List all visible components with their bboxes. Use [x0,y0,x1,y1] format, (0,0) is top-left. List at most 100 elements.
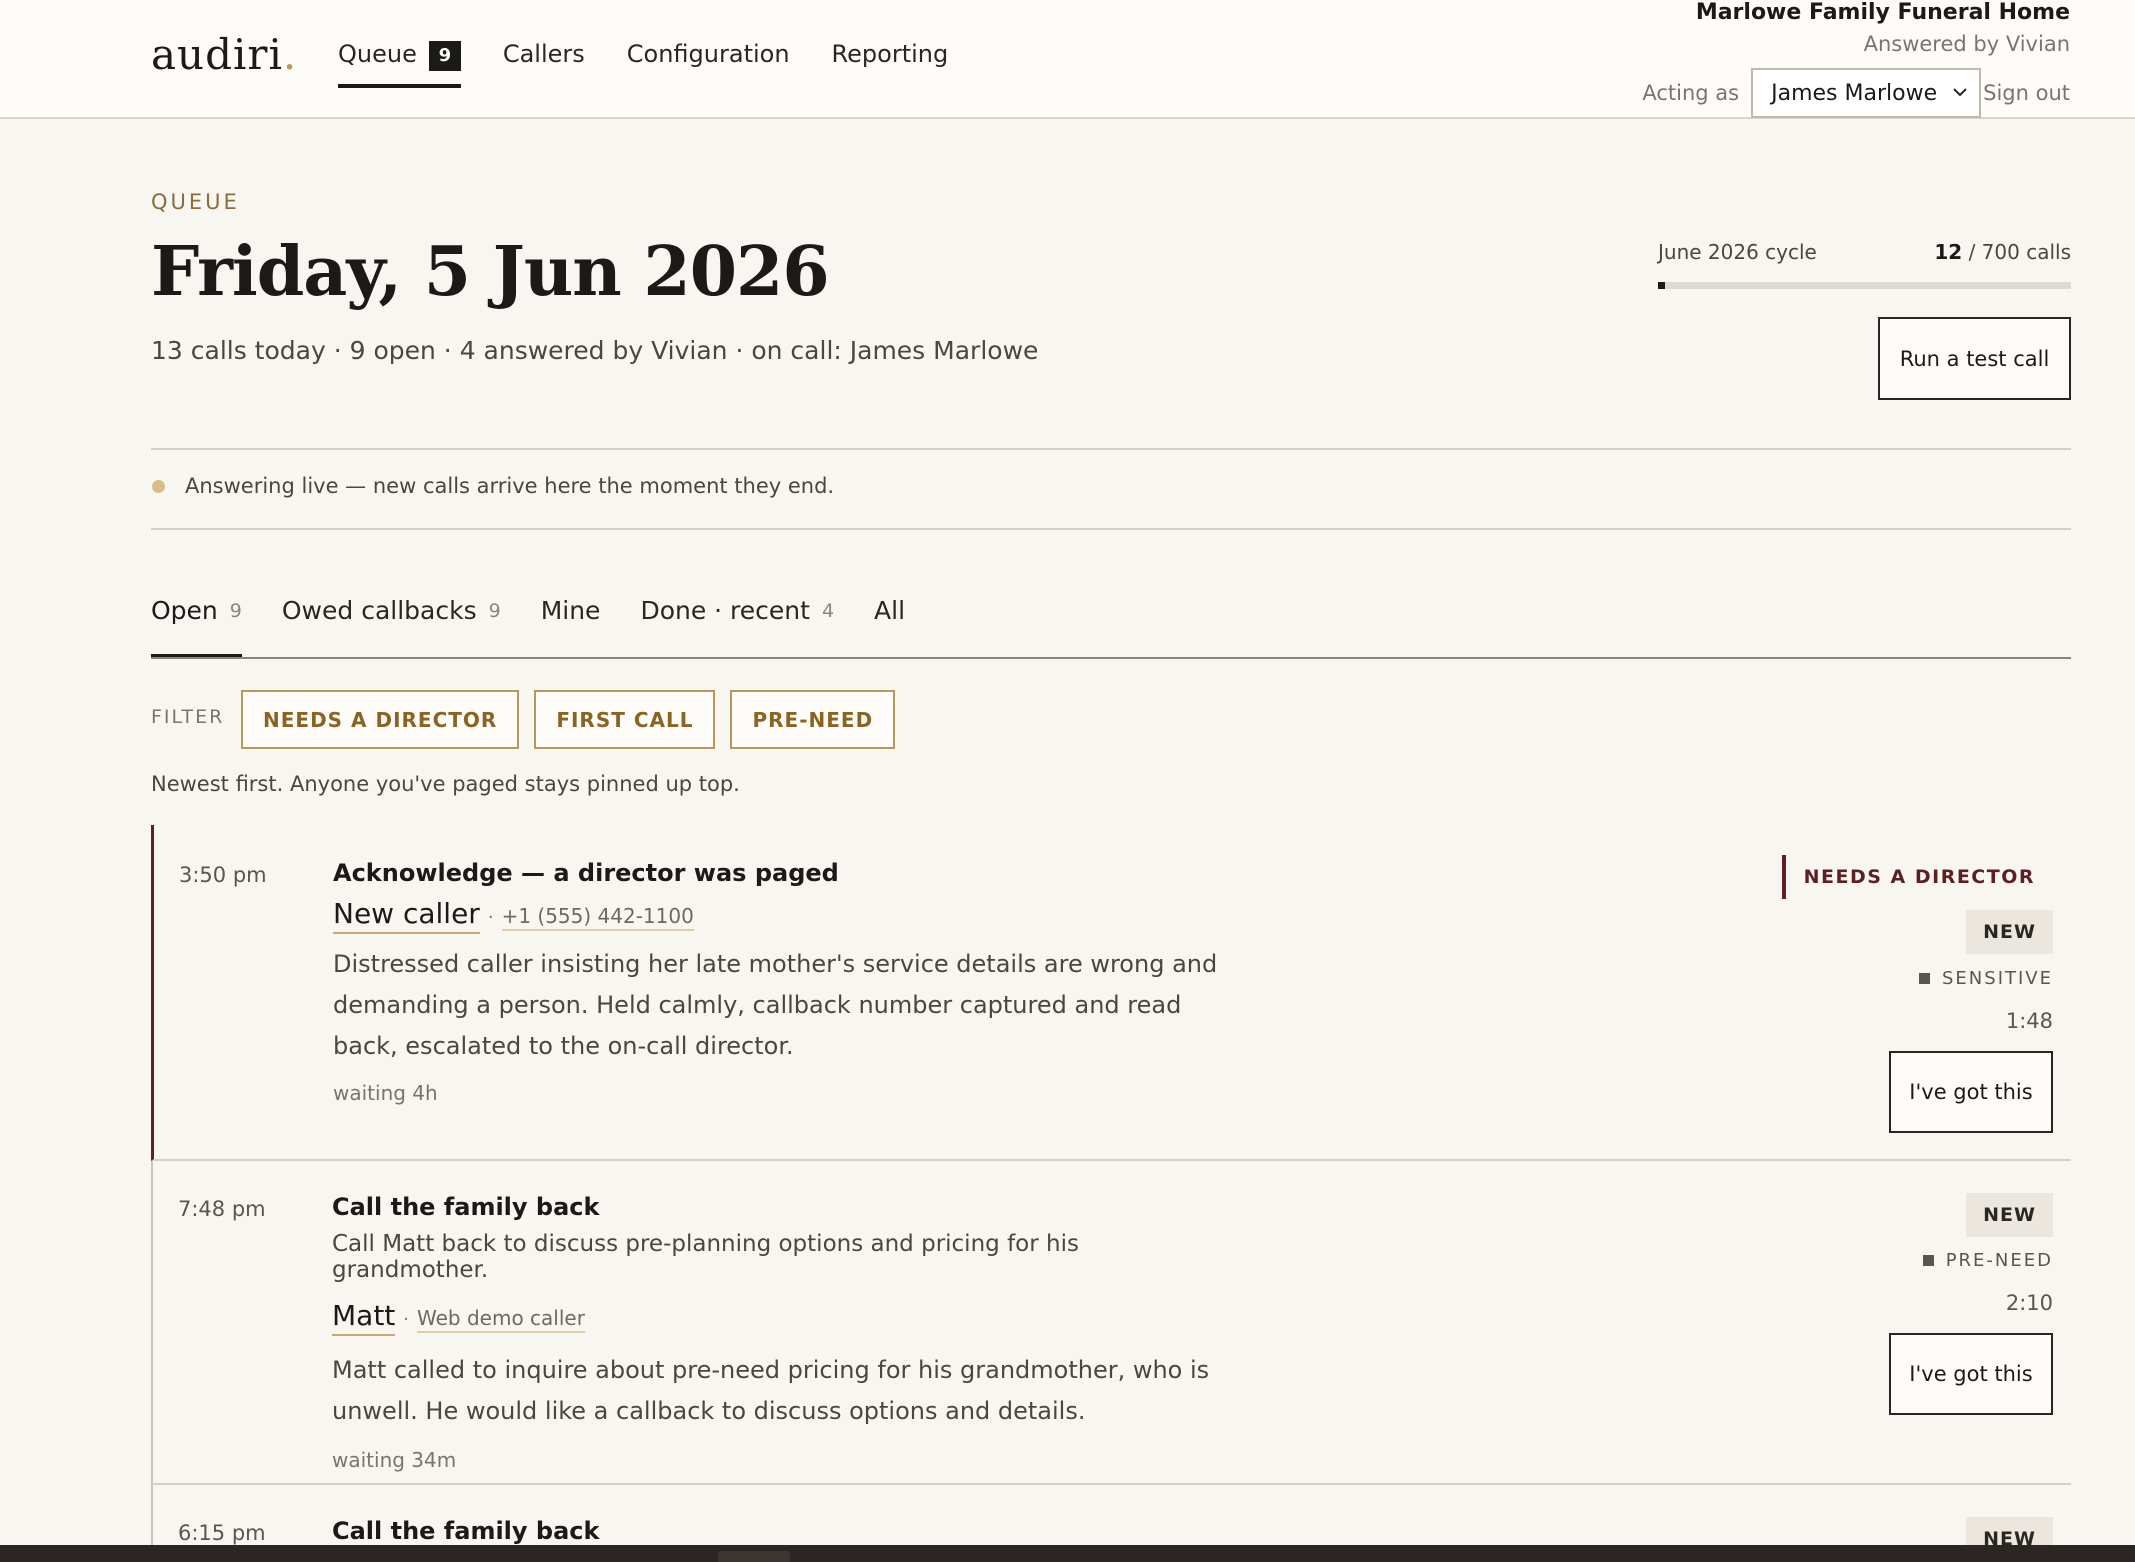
nav-queue-label: Queue [338,40,417,68]
claim-button[interactable]: I've got this [1889,1333,2053,1415]
logo[interactable]: audiri. [151,30,297,79]
nav-reporting[interactable]: Reporting [832,40,949,88]
logo-dot: . [282,30,298,79]
call-duration: 2:10 [2005,1291,2053,1315]
divider [151,528,2071,530]
nav-queue[interactable]: Queue 9 [338,40,461,88]
caller-line: New caller · +1 (555) 442-1100 [333,897,1233,934]
call-card[interactable]: 7:48 pm Call the family back Call Matt b… [151,1161,2071,1485]
call-summary: Matt called to inquire about pre-need pr… [332,1350,1232,1432]
top-bar: audiri. Queue 9 Callers Configuration Re… [0,0,2135,119]
call-title: Call the family back [332,1517,600,1545]
cycle-total: / 700 calls [1962,240,2071,264]
org-answered-by: Answered by Vivian [1863,32,2070,56]
summary-line: unwell. He would like a callback to disc… [332,1397,1086,1425]
flag-label: SENSITIVE [1942,968,2053,989]
caller-line: Matt · Web demo caller [332,1299,1232,1336]
sign-out-link[interactable]: Sign out [1983,81,2070,105]
nav-configuration[interactable]: Configuration [627,40,790,88]
summary-line: Matt called to inquire about pre-need pr… [332,1356,1210,1384]
separator: · [487,907,494,928]
acting-as-label: Acting as [1642,81,1740,105]
tab-label: Open [151,596,218,625]
tab-owed-callbacks[interactable]: Owed callbacks 9 [282,596,501,658]
square-icon [1922,1255,1934,1266]
call-title: Call the family back [332,1193,600,1221]
tab-done-recent[interactable]: Done · recent 4 [640,596,834,658]
call-body: Acknowledge — a director was paged New c… [333,859,1233,1105]
cycle-usage: 12 / 700 calls [1934,240,2071,264]
tab-label: Mine [540,596,601,625]
call-duration: 1:48 [2005,1009,2053,1033]
chevron-down-icon [1951,83,1969,106]
acting-as-select[interactable]: James Marlowe [1751,68,1982,118]
taskbar-handle [718,1551,790,1562]
page-title: Friday, 5 Jun 2026 [151,232,830,312]
tab-label: Done · recent [640,596,810,625]
call-time: 6:15 pm [178,1521,266,1545]
live-status: Answering live — new calls arrive here t… [151,474,834,498]
usage-cycle: June 2026 cycle 12 / 700 calls [1658,240,2071,289]
summary-line: Distressed caller insisting her late mot… [333,950,1218,978]
cycle-label: June 2026 cycle [1658,240,1817,264]
sensitive-flag: SENSITIVE [1919,968,2053,989]
day-summary: 13 calls today · 9 open · 4 answered by … [151,336,1039,365]
call-list: 3:50 pm Acknowledge — a director was pag… [151,825,2071,1562]
caller-name-link[interactable]: New caller [333,897,480,934]
tab-label: Owed callbacks [281,596,477,625]
needs-director-tag: NEEDS A DIRECTOR [1781,855,2035,899]
usage-progress-fill [1658,282,1666,289]
cycle-used: 12 [1934,240,1963,264]
org-name: Marlowe Family Funeral Home [1695,0,2070,25]
caller-phone-link[interactable]: +1 (555) 442-1100 [501,904,694,931]
nav-callers-label: Callers [502,40,585,68]
live-dot-icon [152,479,165,493]
tab-open[interactable]: Open 9 [151,596,242,658]
call-summary: Distressed caller insisting her late mot… [333,944,1233,1067]
filter-chip-pre-need[interactable]: PRE-NEED [730,690,896,749]
pre-need-flag: PRE-NEED [1922,1250,2053,1271]
caller-name-link[interactable]: Matt [332,1299,396,1336]
queue-count-badge: 9 [428,41,461,71]
acting-as-group: Acting as James Marlowe Sign out [1642,68,2070,118]
summary-line: demanding a person. Held calmly, callbac… [333,991,1182,1019]
main-nav: Queue 9 Callers Configuration Reporting [338,40,990,88]
call-subtitle: Call Matt back to discuss pre-planning o… [332,1231,1079,1283]
filter-label: FILTER [151,706,225,728]
nav-callers[interactable]: Callers [503,40,585,88]
claim-button[interactable]: I've got this [1889,1051,2053,1133]
tab-count: 9 [488,600,501,622]
waiting-time: waiting 4h [333,1081,438,1105]
call-time: 3:50 pm [179,863,267,887]
call-body: Call the family back [332,1517,1232,1545]
logo-text: audiri [151,30,283,79]
call-title: Acknowledge — a director was paged [333,859,839,887]
status-badge: NEW [1966,910,2053,954]
call-time: 7:48 pm [178,1197,266,1221]
filter-chips: NEEDS A DIRECTOR FIRST CALL PRE-NEED [241,690,910,749]
square-icon [1919,973,1930,984]
tab-count: 9 [229,600,242,622]
call-card[interactable]: 3:50 pm Acknowledge — a director was pag… [151,825,2071,1161]
queue-tabs: Open 9 Owed callbacks 9 Mine Done · rece… [151,596,945,658]
filter-chip-needs-director[interactable]: NEEDS A DIRECTOR [241,690,520,749]
tabs-divider [151,657,2071,659]
tab-count: 4 [821,600,835,622]
nav-reporting-label: Reporting [831,40,949,68]
flag-label: PRE-NEED [1945,1250,2053,1271]
sort-hint: Newest first. Anyone you've paged stays … [151,772,740,796]
filter-chip-first-call[interactable]: FIRST CALL [534,690,716,749]
caller-source-link[interactable]: Web demo caller [417,1306,585,1333]
divider [151,448,2071,450]
summary-line: back, escalated to the on-call director. [333,1032,794,1060]
tab-all[interactable]: All [874,596,905,658]
tab-label: All [874,596,906,625]
call-body: Call the family back Call Matt back to d… [332,1193,1232,1472]
tab-mine[interactable]: Mine [541,596,601,658]
nav-configuration-label: Configuration [626,40,790,68]
run-test-call-button[interactable]: Run a test call [1878,317,2071,400]
page-eyebrow: QUEUE [151,190,240,214]
separator: · [403,1309,410,1330]
bottom-taskbar [0,1545,2135,1562]
waiting-time: waiting 34m [332,1448,457,1472]
